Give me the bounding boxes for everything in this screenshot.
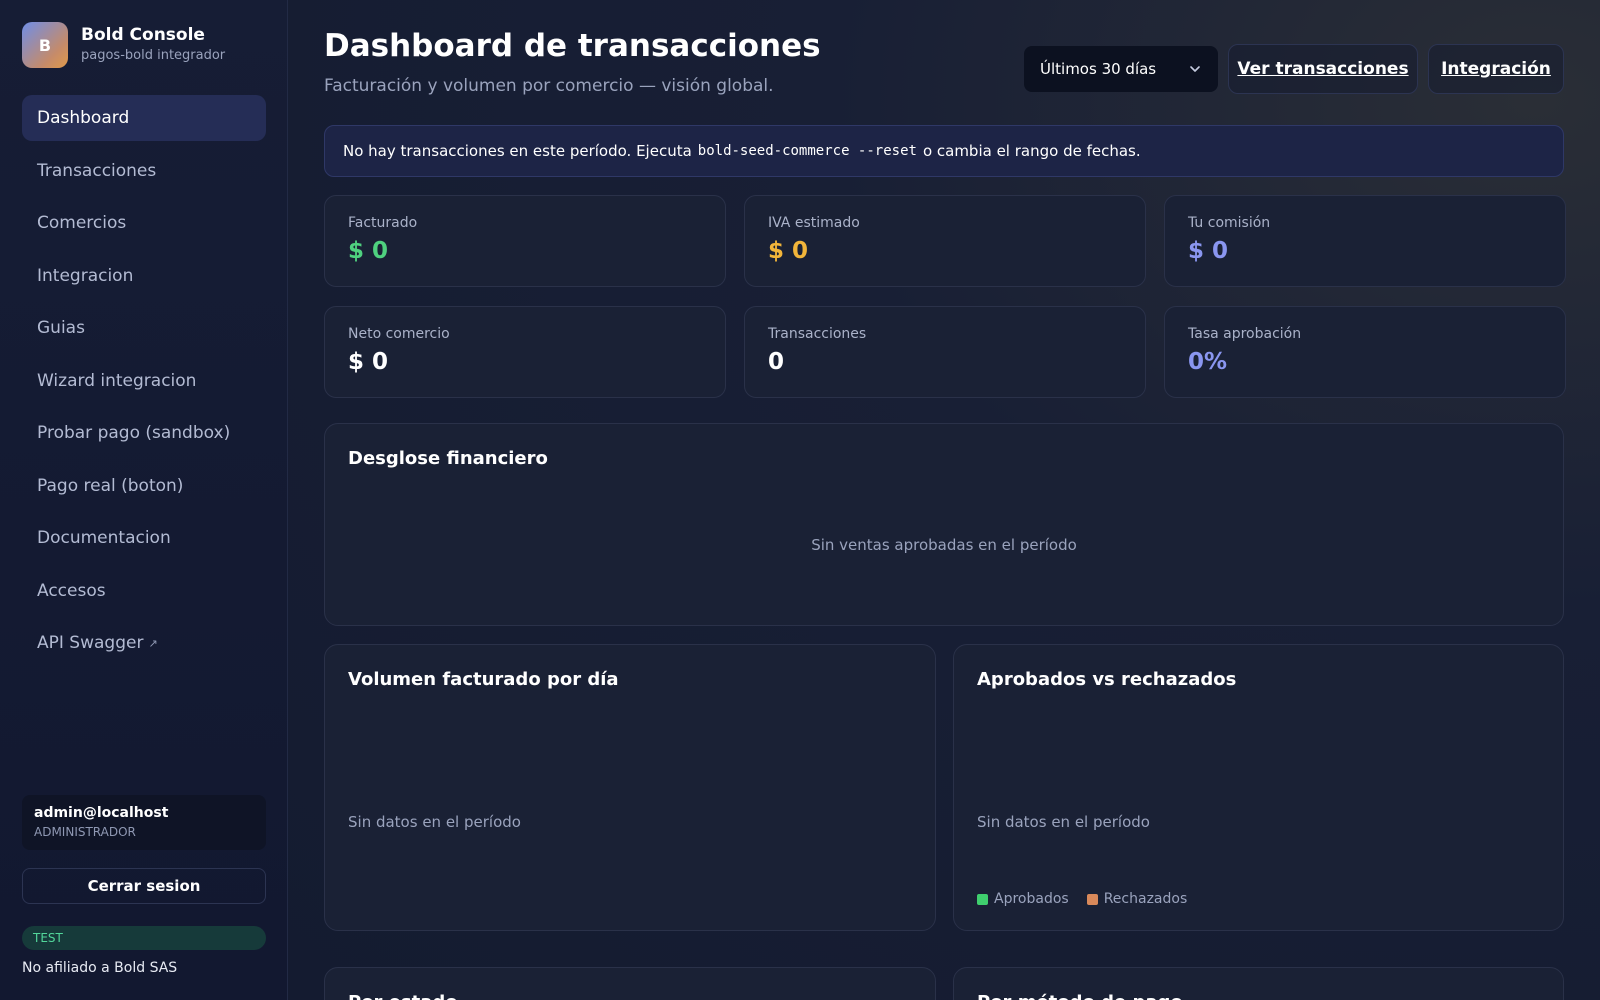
daily-volume-panel: Volumen facturado por día Sin datos en e… — [324, 644, 936, 931]
kpi-value: $ 0 — [1188, 238, 1229, 264]
empty-state-text: Sin datos en el período — [348, 813, 521, 831]
sidebar-item-label: Guias — [37, 318, 85, 338]
sidebar-item-documentacion[interactable]: Documentacion — [22, 515, 266, 561]
environment-badge: TEST — [22, 926, 266, 950]
by-payment-method-panel: Por método de pago — [953, 967, 1564, 1000]
notice-text-before: No hay transacciones en este período. Ej… — [343, 142, 692, 160]
view-transactions-button[interactable]: Ver transacciones — [1228, 44, 1418, 94]
kpi-label: Transacciones — [768, 326, 867, 342]
sidebar-item-label: Pago real (boton) — [37, 475, 184, 496]
chart-legend: Aprobados Rechazados — [977, 891, 1205, 907]
panel-title: Por estado — [348, 992, 458, 1000]
brand-title: Bold Console — [81, 25, 205, 45]
kpi-card-iva: IVA estimado $ 0 — [744, 195, 1146, 287]
sidebar-item-label: Dashboard — [37, 108, 130, 128]
kpi-card-comision: Tu comisión $ 0 — [1164, 195, 1566, 287]
financial-breakdown-panel: Desglose financiero Sin ventas aprobadas… — [324, 423, 1564, 626]
sidebar-item-label: Accesos — [37, 580, 106, 601]
kpi-card-neto: Neto comercio $ 0 — [324, 306, 726, 398]
kpi-label: Tu comisión — [1188, 215, 1271, 231]
external-link-icon: ↗ — [148, 636, 158, 650]
kpi-value: $ 0 — [348, 238, 389, 264]
sidebar-item-accesos[interactable]: Accesos — [22, 568, 266, 614]
page-subtitle: Facturación y volumen por comercio — vis… — [324, 76, 774, 96]
sidebar-item-label: Integracion — [37, 265, 134, 286]
brand-subtitle: pagos-bold integrador — [81, 48, 226, 63]
brand-logo: B — [22, 22, 68, 68]
sidebar-item-label: Wizard integracion — [37, 370, 197, 391]
notice-text-after: o cambia el rango de fechas. — [922, 142, 1141, 160]
empty-state-text: Sin ventas aprobadas en el período — [811, 536, 1077, 554]
sidebar-item-comercios[interactable]: Comercios — [22, 200, 266, 246]
page-title: Dashboard de transacciones — [324, 28, 821, 64]
date-range-value: Últimos 30 días — [1040, 60, 1157, 78]
sidebar-item-wizard[interactable]: Wizard integracion — [22, 358, 266, 404]
approved-vs-rejected-panel: Aprobados vs rechazados Sin datos en el … — [953, 644, 1564, 931]
kpi-card-tasa-aprobacion: Tasa aprobación 0% — [1164, 306, 1566, 398]
sidebar-item-guias[interactable]: Guias — [22, 305, 266, 351]
disclaimer-text: No afiliado a Bold SAS — [22, 960, 178, 976]
sidebar-item-label: Documentacion — [37, 528, 171, 548]
kpi-value: $ 0 — [768, 238, 809, 264]
legend-swatch — [1086, 893, 1098, 905]
user-role: ADMINISTRADOR — [34, 825, 136, 839]
legend-item-aprobados[interactable]: Aprobados — [977, 891, 1069, 907]
sidebar: B Bold Console pagos-bold integrador Das… — [0, 0, 288, 1000]
empty-period-notice: No hay transacciones en este período. Ej… — [324, 125, 1564, 177]
kpi-label: Tasa aprobación — [1188, 326, 1302, 342]
user-card: admin@localhost ADMINISTRADOR — [22, 795, 266, 850]
panel-title: Volumen facturado por día — [348, 669, 619, 690]
legend-swatch — [977, 893, 988, 905]
sidebar-item-pago-real[interactable]: Pago real (boton) — [22, 463, 266, 509]
kpi-value: 0 — [768, 349, 785, 375]
sidebar-item-label: API Swagger — [37, 633, 144, 653]
panel-title: Por método de pago — [977, 992, 1183, 1000]
panel-title: Aprobados vs rechazados — [977, 669, 1237, 690]
chevron-down-icon — [1190, 66, 1200, 72]
kpi-card-transacciones: Transacciones 0 — [744, 306, 1146, 398]
kpi-label: Neto comercio — [348, 326, 450, 342]
kpi-label: IVA estimado — [768, 215, 860, 231]
main-content: Dashboard de transacciones Facturación y… — [288, 0, 1600, 1000]
legend-label: Aprobados — [994, 891, 1069, 907]
sidebar-item-integracion[interactable]: Integracion — [22, 253, 266, 299]
date-range-select[interactable]: Últimos 30 días — [1024, 46, 1218, 92]
brand[interactable]: B Bold Console pagos-bold integrador — [22, 22, 225, 68]
brand-text: Bold Console pagos-bold integrador — [81, 25, 225, 65]
sidebar-item-label: Comercios — [37, 213, 127, 233]
sidebar-item-dashboard[interactable]: Dashboard — [22, 95, 266, 141]
logout-button[interactable]: Cerrar sesion — [22, 868, 266, 904]
by-status-panel: Por estado — [324, 967, 936, 1000]
kpi-label: Facturado — [348, 215, 418, 231]
sidebar-nav: Dashboard Transacciones Comercios Integr… — [22, 95, 266, 673]
integration-button[interactable]: Integración — [1428, 44, 1564, 94]
kpi-value: $ 0 — [348, 349, 389, 375]
sidebar-item-api-swagger[interactable]: API Swagger ↗ — [22, 620, 266, 666]
panel-title: Desglose financiero — [348, 448, 548, 469]
sidebar-item-transacciones[interactable]: Transacciones — [22, 148, 266, 194]
empty-state-text: Sin datos en el período — [977, 813, 1150, 831]
legend-label: Rechazados — [1103, 891, 1188, 907]
kpi-card-facturado: Facturado $ 0 — [324, 195, 726, 287]
sidebar-item-label: Probar pago (sandbox) — [37, 423, 231, 443]
kpi-value: 0% — [1188, 349, 1228, 375]
notice-command: bold-seed-commerce --reset — [697, 143, 917, 159]
legend-item-rechazados[interactable]: Rechazados — [1086, 891, 1188, 907]
user-email: admin@localhost — [34, 805, 169, 821]
sidebar-item-probar-pago[interactable]: Probar pago (sandbox) — [22, 410, 266, 456]
sidebar-item-label: Transacciones — [37, 160, 157, 181]
